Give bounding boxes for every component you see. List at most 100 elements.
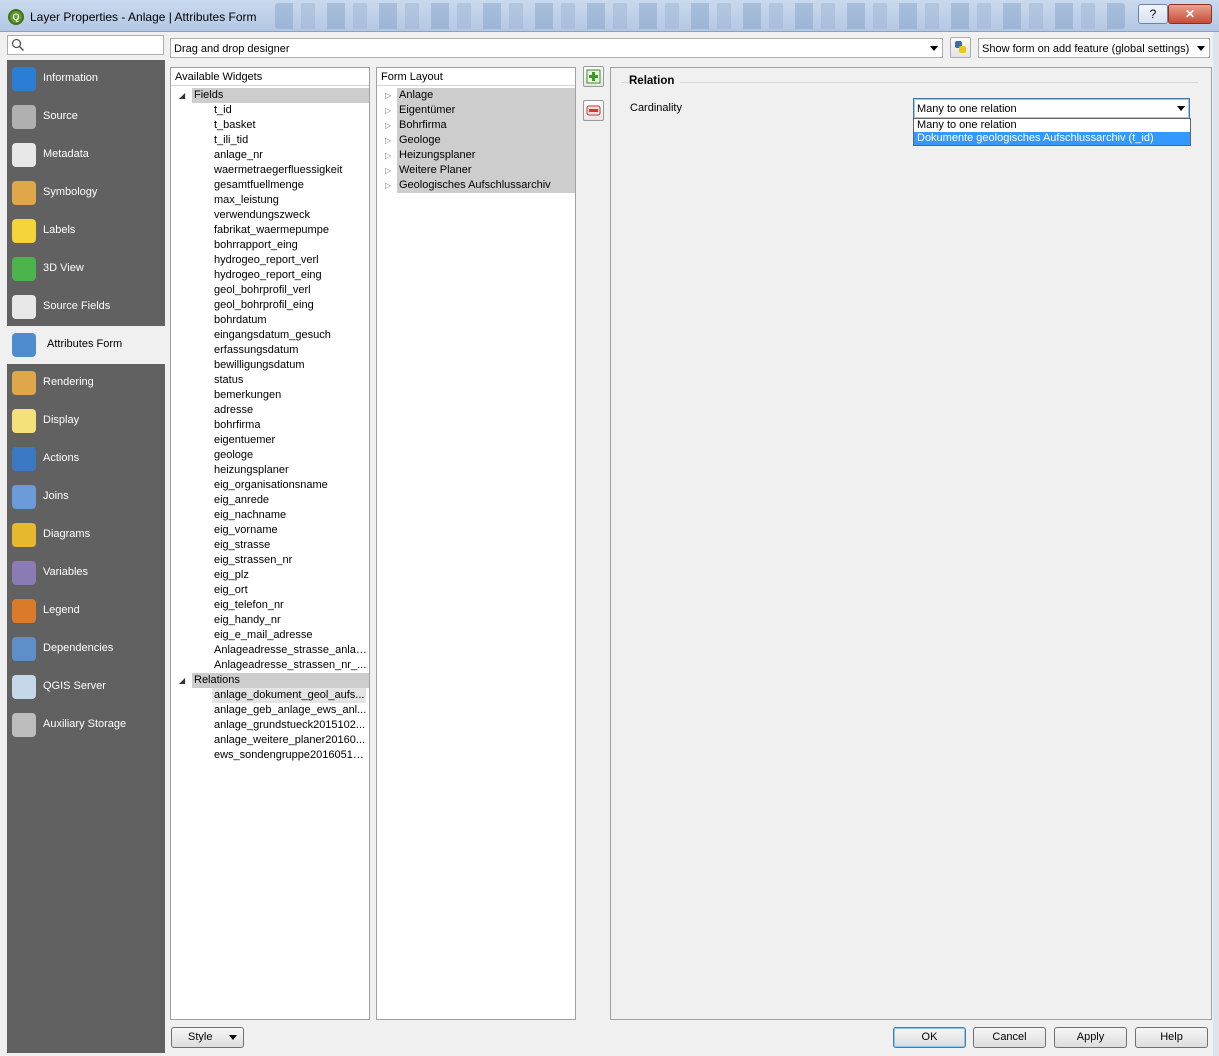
tree-item[interactable]: eig_vorname [214, 523, 368, 538]
tree-item[interactable]: heizungsplaner [214, 463, 368, 478]
tree-item[interactable]: geol_bohrprofil_verl [214, 283, 368, 298]
add-container-button[interactable] [583, 66, 604, 87]
tree-item[interactable]: verwendungszweck [214, 208, 368, 223]
tree-item[interactable]: adresse [214, 403, 368, 418]
sidebar-item-legend[interactable]: Legend [7, 592, 165, 630]
tree-item[interactable]: eig_telefon_nr [214, 598, 368, 613]
tree-item[interactable]: Anlageadresse_strasse_anlage [214, 643, 368, 658]
tree-item[interactable]: eig_e_mail_adresse [214, 628, 368, 643]
close-window-button[interactable]: ✕ [1168, 4, 1212, 24]
cardinality-dropdown-list[interactable]: Many to one relation Dokumente geologisch… [913, 118, 1191, 146]
tree-item[interactable]: gesamtfuellmenge [214, 178, 368, 193]
tree-item[interactable]: max_leistung [214, 193, 368, 208]
tree-item[interactable]: geologe [214, 448, 368, 463]
form-layout-tab[interactable]: ▷ Eigentümer [377, 103, 575, 118]
tree-item[interactable]: bohrfirma [214, 418, 368, 433]
search-input[interactable] [7, 35, 164, 55]
sidebar-item-label: Dependencies [43, 642, 114, 654]
sidebar-item-auxiliary-storage[interactable]: Auxiliary Storage [7, 706, 165, 744]
form-layout-tree[interactable]: Form Layout ▷ Anlage ▷ Eigentümer ▷ Bohrfirma… [376, 67, 576, 1020]
expand-arrow-icon[interactable]: ▷ [385, 148, 391, 163]
sidebar-item-actions[interactable]: Actions [7, 440, 165, 478]
expand-arrow-icon[interactable]: ▷ [385, 178, 391, 193]
sidebar-item-source[interactable]: Source [7, 98, 165, 136]
available-widgets-tree[interactable]: Available Widgets ◢ Fields t_id t_basket t_i… [170, 67, 370, 1020]
tree-item[interactable]: t_id [214, 103, 368, 118]
tree-item[interactable]: eig_ort [214, 583, 368, 598]
expand-arrow-icon[interactable]: ▷ [385, 163, 391, 178]
tree-item[interactable]: anlage_grundstueck2015102... [214, 718, 368, 733]
tree-item[interactable]: bohrrapport_eing [214, 238, 368, 253]
tree-item[interactable]: eig_nachname [214, 508, 368, 523]
form-layout-tab[interactable]: ▷ Weitere Planer [377, 163, 575, 178]
tree-item[interactable]: ews_sondengruppe20160510... [214, 748, 368, 763]
cancel-button[interactable]: Cancel [973, 1027, 1046, 1048]
expand-arrow-icon[interactable]: ▷ [385, 118, 391, 133]
tree-item[interactable]: t_ili_tid [214, 133, 368, 148]
expand-arrow-icon[interactable]: ▷ [385, 133, 391, 148]
sidebar-item-dependencies[interactable]: Dependencies [7, 630, 165, 668]
tree-item[interactable]: eig_organisationsname [214, 478, 368, 493]
sidebar-item-qgis-server[interactable]: QGIS Server [7, 668, 165, 706]
tree-item[interactable]: anlage_dokument_geol_aufs... [212, 688, 366, 703]
tree-item[interactable]: geol_bohrprofil_eing [214, 298, 368, 313]
tree-item[interactable]: eig_handy_nr [214, 613, 368, 628]
form-layout-tab[interactable]: ▷ Heizungsplaner [377, 148, 575, 163]
relations-group[interactable]: ◢ Relations [171, 673, 369, 688]
form-layout-tab[interactable]: ▷ Geologisches Aufschlussarchiv [377, 178, 575, 193]
ok-button[interactable]: OK [893, 1027, 966, 1048]
tree-item[interactable]: eig_strassen_nr [214, 553, 368, 568]
tree-item[interactable]: eig_strasse [214, 538, 368, 553]
designer-mode-select[interactable]: Drag and drop designer [170, 38, 943, 58]
tree-item[interactable]: anlage_nr [214, 148, 368, 163]
tree-item[interactable]: waermetraegerfluessigkeit [214, 163, 368, 178]
sidebar-item-rendering[interactable]: Rendering [7, 364, 165, 402]
help-button[interactable]: Help [1135, 1027, 1208, 1048]
sidebar-item-metadata[interactable]: Metadata [7, 136, 165, 174]
tree-item[interactable]: eigentuemer [214, 433, 368, 448]
tree-item[interactable]: eig_anrede [214, 493, 368, 508]
expand-arrow-icon[interactable]: ▷ [385, 103, 391, 118]
expand-arrow-icon[interactable]: ◢ [179, 88, 185, 103]
sidebar-item-3d-view[interactable]: 3D View [7, 250, 165, 288]
tree-item[interactable]: eingangsdatum_gesuch [214, 328, 368, 343]
form-layout-tab[interactable]: ▷ Geologe [377, 133, 575, 148]
sidebar-item-source-fields[interactable]: Source Fields [7, 288, 165, 326]
tree-item[interactable]: bohrdatum [214, 313, 368, 328]
cardinality-select[interactable]: Many to one relation [913, 98, 1190, 119]
tree-item[interactable]: bemerkungen [214, 388, 368, 403]
add-feature-mode-select[interactable]: Show form on add feature (global setting… [978, 38, 1210, 58]
python-init-button[interactable] [950, 37, 971, 58]
expand-arrow-icon[interactable]: ▷ [385, 88, 391, 103]
sidebar-item-attributes-form[interactable]: Attributes Form [7, 326, 165, 364]
tree-item[interactable]: fabrikat_waermepumpe [214, 223, 368, 238]
form-layout-tab[interactable]: ▷ Anlage [377, 88, 575, 103]
remove-item-button[interactable] [583, 100, 604, 121]
sidebar-item-symbology[interactable]: Symbology [7, 174, 165, 212]
tree-item[interactable]: hydrogeo_report_verl [214, 253, 368, 268]
tree-item[interactable]: t_basket [214, 118, 368, 133]
tree-item[interactable]: hydrogeo_report_eing [214, 268, 368, 283]
expand-arrow-icon[interactable]: ◢ [179, 673, 185, 688]
tree-item[interactable]: anlage_weitere_planer20160... [214, 733, 368, 748]
style-button[interactable]: Style [171, 1027, 244, 1048]
sidebar-item-information[interactable]: Information [7, 60, 165, 98]
sidebar-item-diagrams[interactable]: Diagrams [7, 516, 165, 554]
tree-item[interactable]: Anlageadresse_strassen_nr_... [214, 658, 368, 673]
chevron-down-icon [930, 46, 938, 51]
apply-button[interactable]: Apply [1054, 1027, 1127, 1048]
tree-item[interactable]: anlage_geb_anlage_ews_anl... [214, 703, 368, 718]
cardinality-option[interactable]: Dokumente geologisches Aufschlussarchiv … [914, 132, 1190, 145]
sidebar-item-labels[interactable]: Labels [7, 212, 165, 250]
sidebar-item-variables[interactable]: Variables [7, 554, 165, 592]
tree-item[interactable]: bewilligungsdatum [214, 358, 368, 373]
sidebar-item-display[interactable]: Display [7, 402, 165, 440]
form-layout-tab[interactable]: ▷ Bohrfirma [377, 118, 575, 133]
cardinality-option[interactable]: Many to one relation [914, 119, 1190, 132]
help-window-button[interactable]: ? [1138, 4, 1168, 24]
tree-item[interactable]: erfassungsdatum [214, 343, 368, 358]
sidebar-item-joins[interactable]: Joins [7, 478, 165, 516]
tree-item[interactable]: eig_plz [214, 568, 368, 583]
tree-item[interactable]: status [214, 373, 368, 388]
fields-group[interactable]: ◢ Fields [171, 88, 369, 103]
